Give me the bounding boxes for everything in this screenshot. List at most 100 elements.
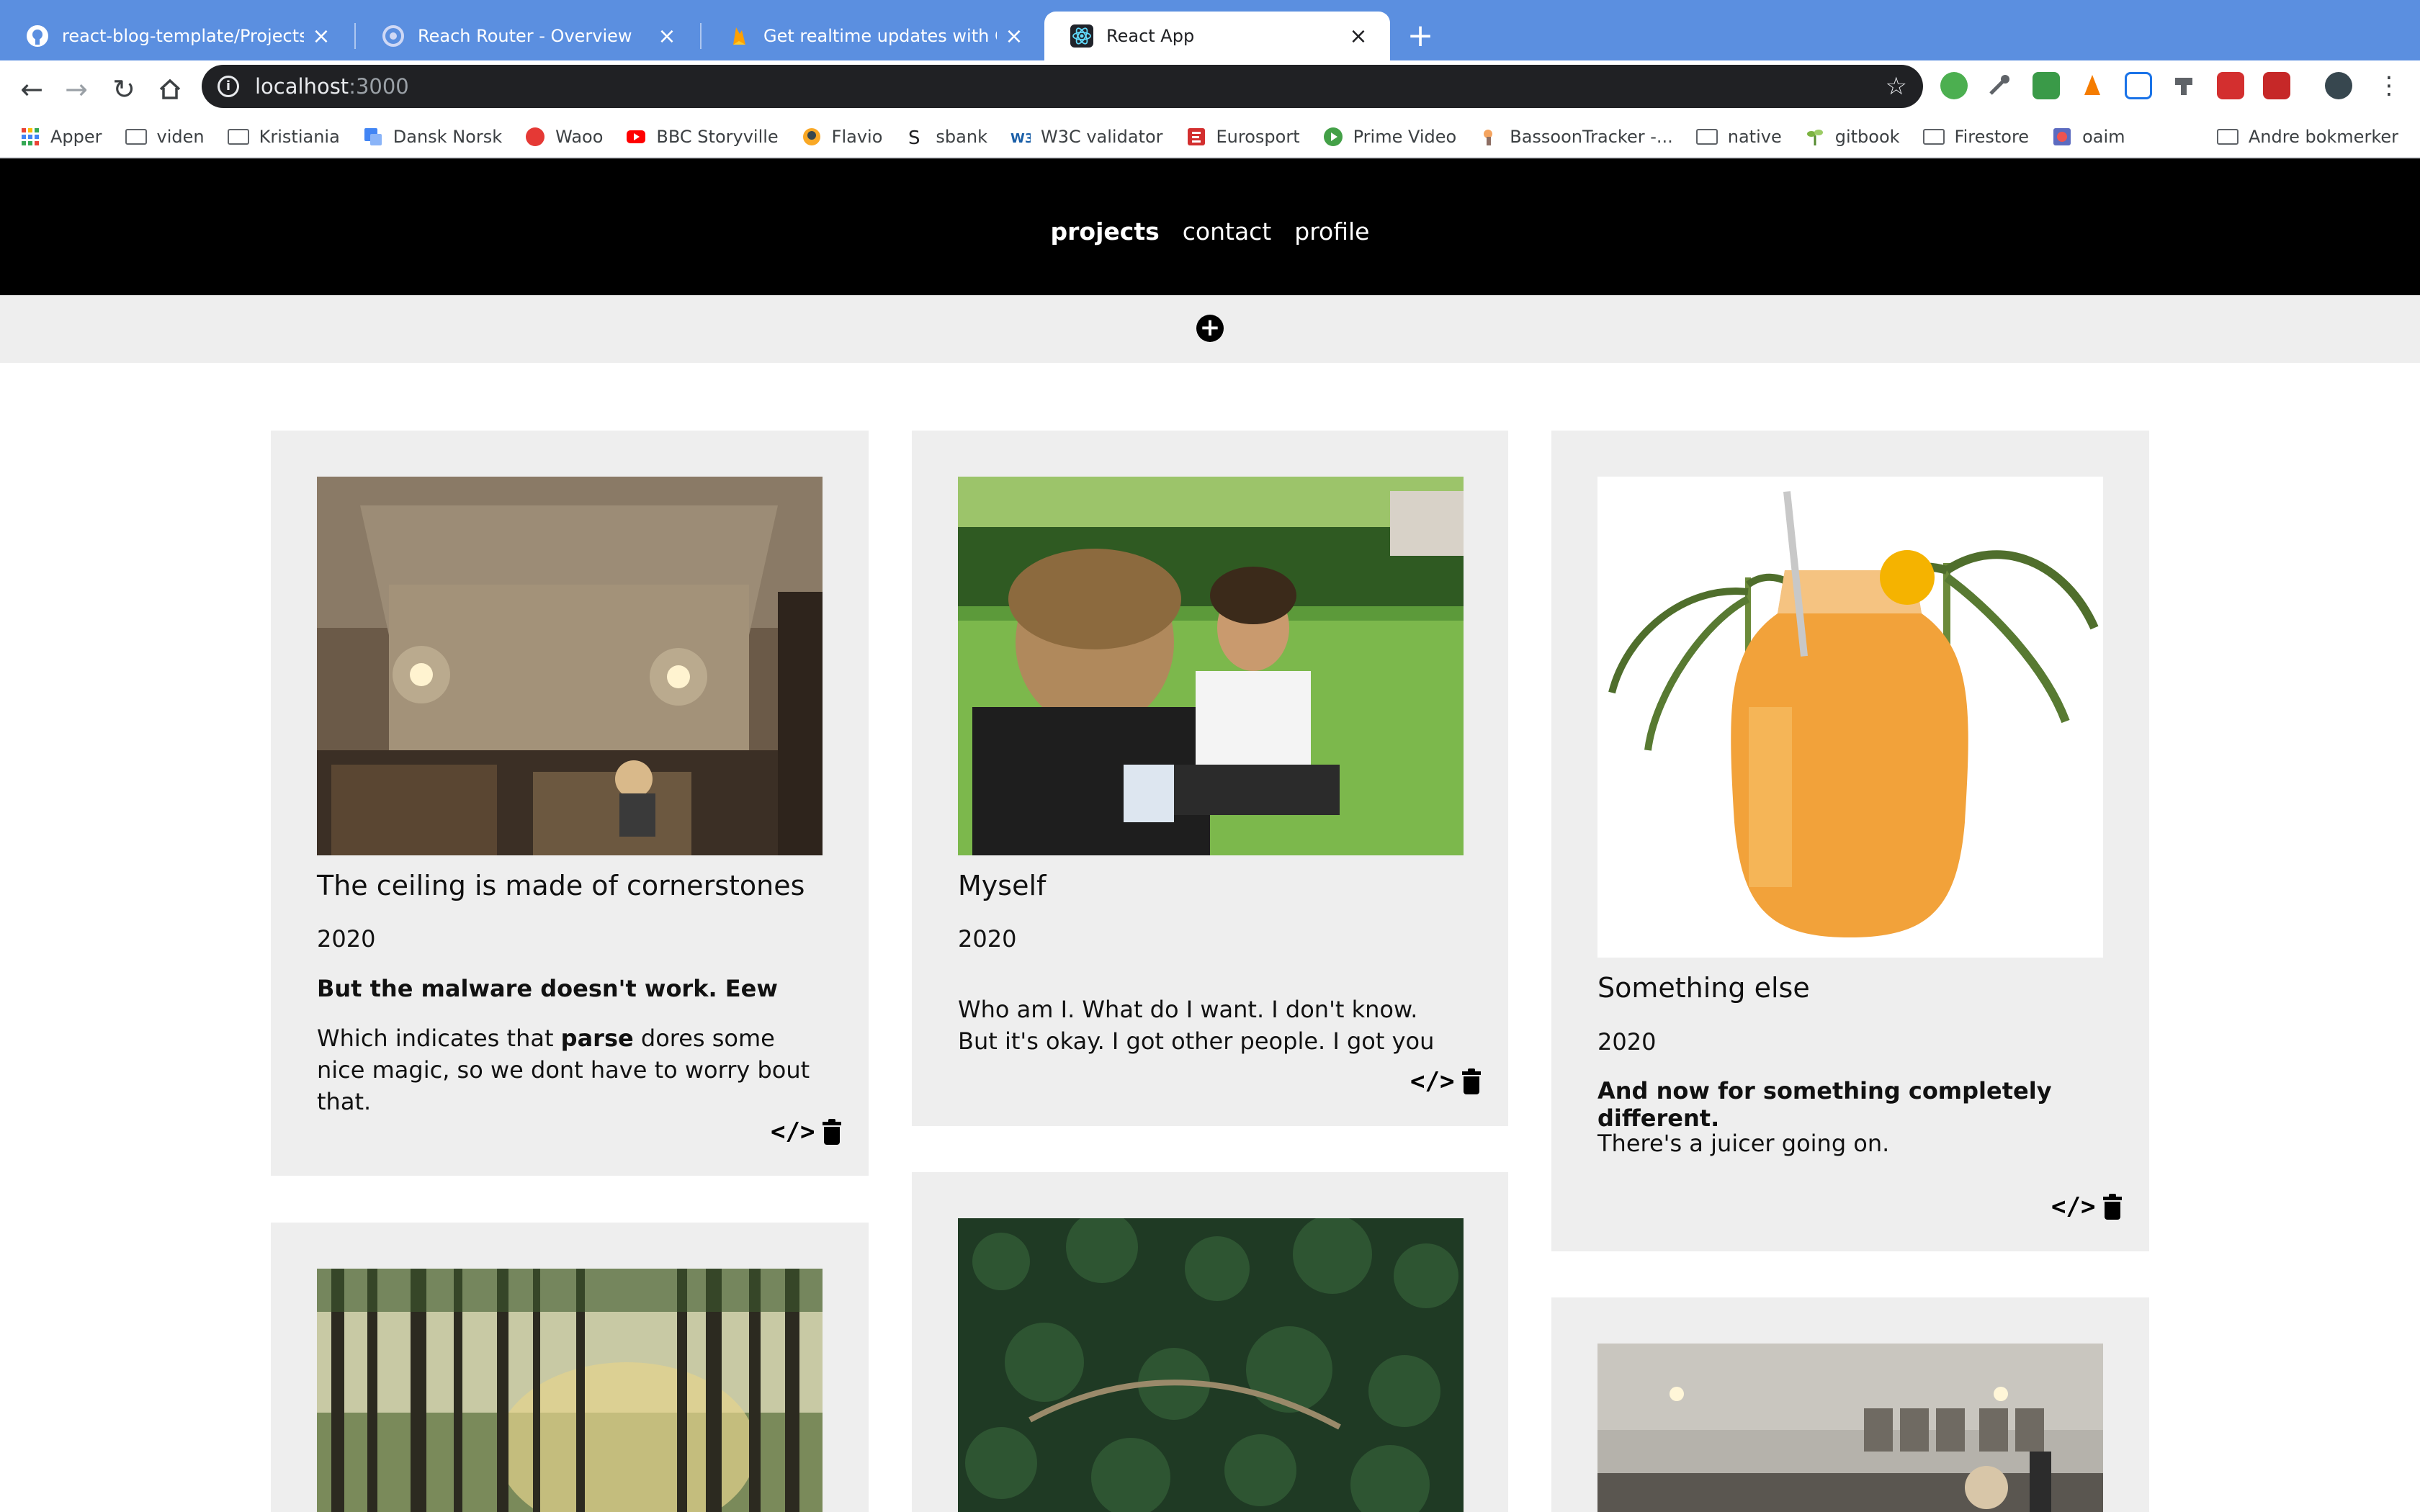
close-icon[interactable]: × [1003, 24, 1026, 49]
nav-projects[interactable]: projects [1051, 217, 1160, 246]
project-year: 2020 [317, 925, 376, 953]
bookmark-viden[interactable]: viden [125, 127, 205, 147]
bookmark-w3c-validator[interactable]: W3 W3C validator [1010, 127, 1163, 147]
gitbook-icon [1806, 130, 1823, 145]
bookmark-firestore[interactable]: Firestore [1922, 127, 2029, 147]
sbank-icon: S [908, 127, 920, 147]
reload-icon[interactable]: ↻ [105, 71, 143, 108]
bookmark-label: Waoo [555, 127, 604, 147]
other-bookmarks[interactable]: Andre bokmerker [2216, 117, 2398, 157]
bookmark-apper[interactable]: Apper [20, 127, 102, 147]
folder-icon [1922, 129, 1945, 145]
bookmark-waoo[interactable]: Waoo [525, 127, 603, 147]
bookmark-oaim[interactable]: oaim [2052, 127, 2125, 147]
bookmark-eurosport[interactable]: Eurosport [1186, 127, 1300, 147]
extension-sheet-icon[interactable] [2033, 72, 2060, 99]
project-card: The ceiling is made of cornerstones 2020… [271, 431, 869, 1176]
bookmark-label: Eurosport [1216, 127, 1300, 147]
firebase-icon [727, 24, 750, 48]
project-subtitle: And now for something completely differe… [1597, 1077, 2052, 1132]
forward-icon[interactable]: → [58, 71, 95, 108]
home-icon[interactable] [151, 71, 189, 108]
code-icon[interactable]: </> [2051, 1192, 2095, 1221]
bassoontracker-icon [1484, 130, 1493, 145]
oaim-icon [2053, 128, 2071, 145]
main-nav: projects contact profile [1051, 217, 1370, 246]
project-image [958, 1218, 1464, 1512]
app-header: projects contact profile [0, 158, 2420, 295]
description-text: Which indicates that [317, 1025, 561, 1052]
bookmark-label: sbank [936, 127, 987, 147]
youtube-icon [627, 130, 646, 143]
extension-red-icon[interactable] [2217, 72, 2244, 99]
bookmark-label: BBC Storyville [656, 127, 779, 147]
reach-router-icon [382, 24, 405, 48]
tab-firebase[interactable]: Get realtime updates with Cloud × [702, 12, 1046, 60]
avatar[interactable] [2325, 72, 2352, 99]
project-description: Which indicates that parse dores some ni… [317, 1022, 821, 1117]
vlc-icon[interactable] [2079, 72, 2106, 99]
eyedropper-icon[interactable] [1985, 72, 2012, 99]
bookmark-label: W3C validator [1040, 127, 1163, 147]
tab-label: Reach Router - Overview [418, 26, 632, 46]
bookmarks-bar: Apper viden Kristiania Dansk Norsk Waoo … [0, 117, 2420, 157]
bookmark-sbank[interactable]: S sbank [905, 127, 987, 147]
react-icon [1070, 24, 1093, 48]
url-port: :3000 [349, 74, 409, 99]
bookmark-prime-video[interactable]: Prime Video [1323, 127, 1456, 147]
bookmark-label: native [1727, 127, 1782, 147]
nav-contact[interactable]: contact [1183, 217, 1272, 246]
bookmark-dansk-norsk[interactable]: Dansk Norsk [363, 127, 502, 147]
site-info-icon[interactable]: i [218, 76, 239, 97]
code-icon[interactable]: </> [771, 1117, 815, 1146]
add-project-button[interactable]: + [1196, 315, 1224, 342]
bookmark-bbc-storyville[interactable]: BBC Storyville [626, 127, 779, 147]
bookmark-label: Kristiania [259, 127, 340, 147]
bookmark-label: Flavio [831, 127, 883, 147]
trash-icon[interactable] [1462, 1068, 1481, 1094]
extension-green-icon[interactable] [1940, 72, 1968, 99]
address-bar[interactable]: i localhost:3000 ☆ [202, 65, 1923, 108]
tab-github[interactable]: react-blog-template/Projects.js × [0, 12, 353, 60]
github-icon [26, 24, 49, 48]
more-menu-icon[interactable]: ⋮ [2377, 69, 2401, 102]
close-icon[interactable]: × [1347, 24, 1370, 49]
extension-pdf-icon[interactable] [2263, 72, 2290, 99]
trash-icon[interactable] [2103, 1194, 2122, 1220]
nav-profile[interactable]: profile [1294, 217, 1369, 246]
trash-icon[interactable] [823, 1119, 841, 1145]
project-image [1597, 477, 2103, 958]
project-title: The ceiling is made of cornerstones [317, 870, 805, 901]
bookmark-star-icon[interactable]: ☆ [1886, 72, 1907, 101]
folder-icon [227, 129, 249, 145]
bookmark-bassoontracker[interactable]: BassoonTracker -... [1479, 127, 1673, 147]
bookmark-native[interactable]: native [1695, 127, 1782, 147]
code-icon[interactable]: </> [1410, 1067, 1454, 1096]
bookmark-label: viden [156, 127, 205, 147]
other-bookmarks-label: Andre bokmerker [2248, 127, 2398, 147]
bookmark-label: BassoonTracker -... [1510, 127, 1673, 147]
bookmark-flavio[interactable]: Flavio [802, 127, 883, 147]
back-icon[interactable]: ← [13, 71, 50, 108]
description-bold: parse [560, 1025, 634, 1052]
svg-text:S: S [908, 127, 920, 147]
apps-grid-icon [22, 128, 39, 145]
flavio-icon [802, 128, 820, 145]
tab-react-app[interactable]: React App × [1044, 12, 1390, 60]
project-title: Something else [1597, 972, 1810, 1004]
new-tab-icon[interactable]: + [1404, 20, 1436, 52]
tab-reach-router[interactable]: Reach Router - Overview × [356, 12, 699, 60]
project-card: Myself 2020 Who am I. What do I want. I … [912, 431, 1508, 1126]
project-card: Something else 2020 And now for somethin… [1551, 431, 2149, 1251]
project-card [271, 1223, 869, 1512]
browser-tabstrip: react-blog-template/Projects.js × Reach … [0, 0, 2420, 60]
svg-text:W3: W3 [1010, 131, 1031, 146]
prime-video-icon [1323, 127, 1343, 146]
project-image [317, 477, 823, 855]
screenshot-icon[interactable] [2125, 72, 2152, 99]
close-icon[interactable]: × [655, 24, 678, 49]
extension-puzzle-icon[interactable] [2171, 72, 2198, 99]
bookmark-gitbook[interactable]: gitbook [1805, 127, 1900, 147]
close-icon[interactable]: × [310, 24, 333, 49]
bookmark-kristiania[interactable]: Kristiania [227, 127, 340, 147]
